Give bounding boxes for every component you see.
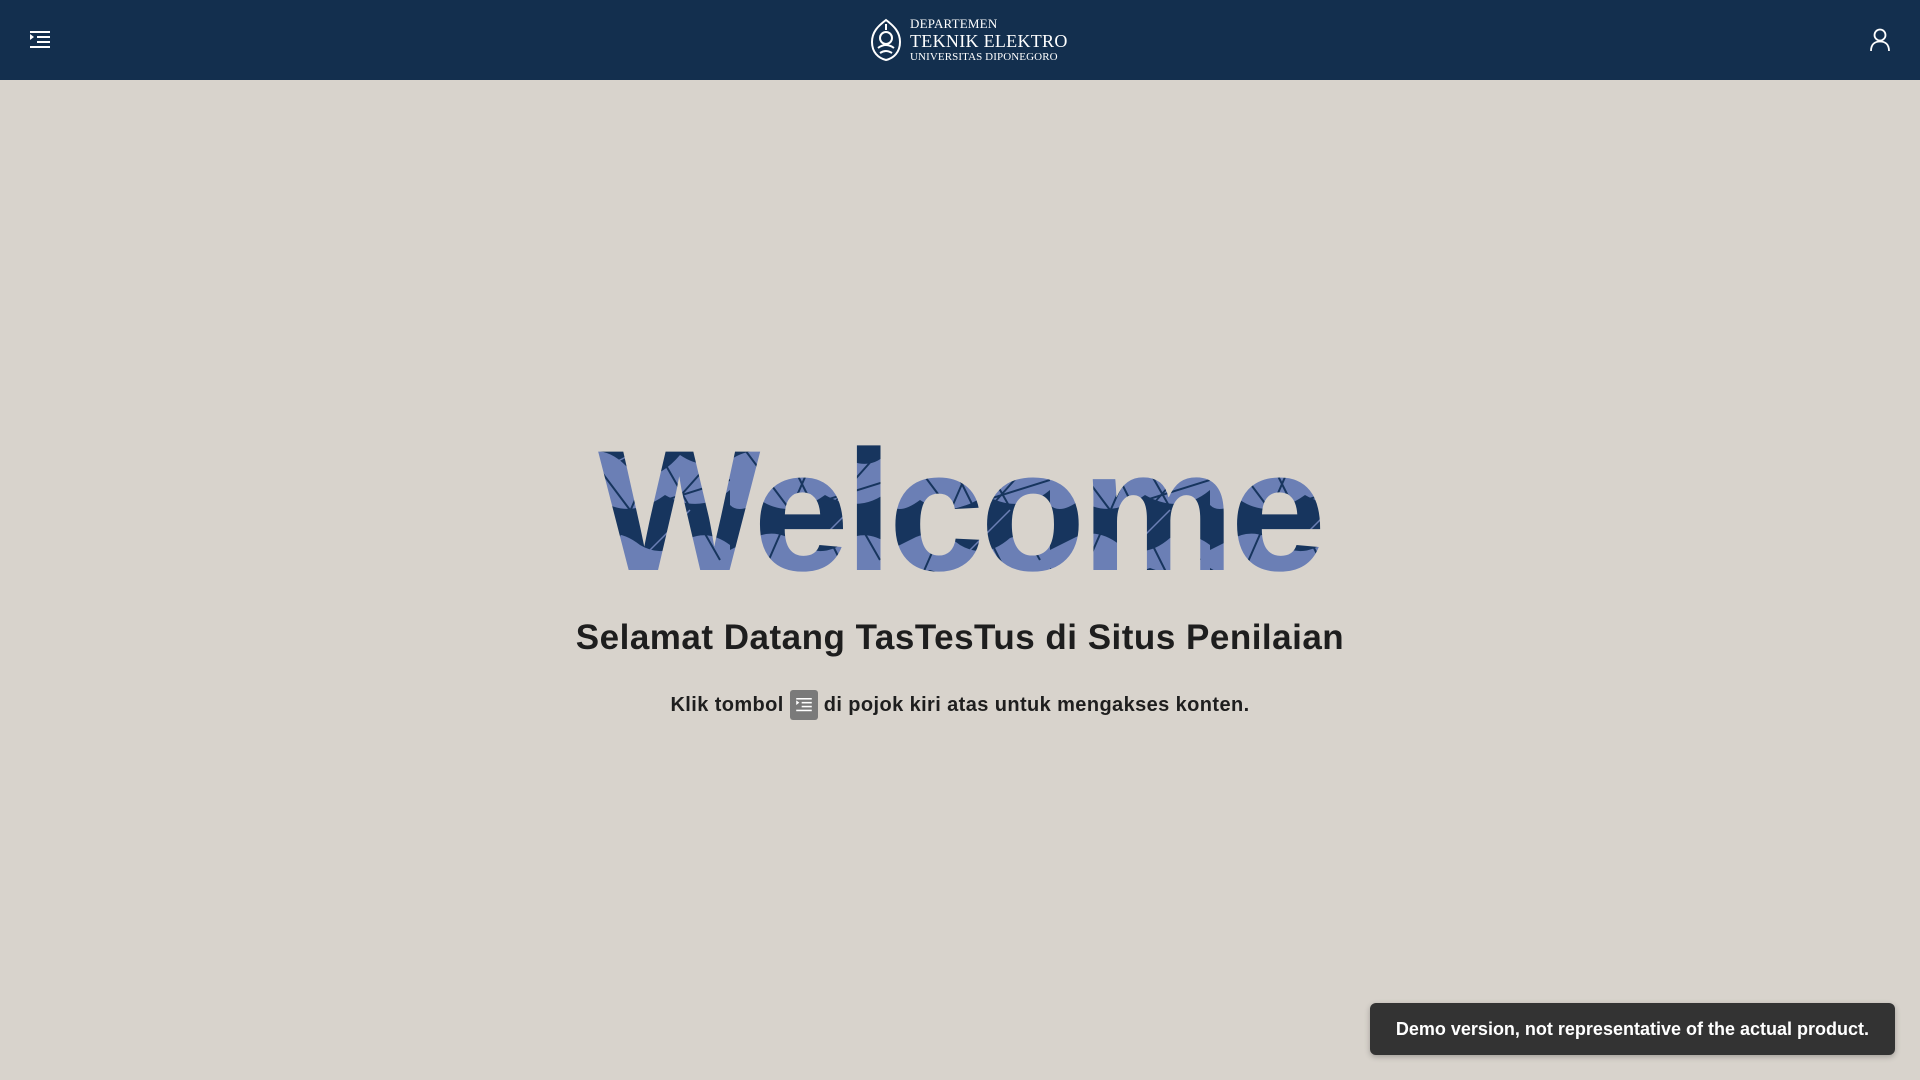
logo-text: DEPARTEMEN TEKNIK ELEKTRO UNIVERSITAS DI… [910,17,1068,63]
logo-line-university: UNIVERSITAS DIPONEGORO [910,51,1058,63]
user-icon [1870,28,1890,52]
instruction-before: Klik tombol [670,693,784,716]
welcome-text-art: Welcome [598,420,1326,590]
welcome-graphic: Welcome [0,420,1920,590]
university-emblem-icon [870,18,902,62]
department-logo[interactable]: DEPARTEMEN TEKNIK ELEKTRO UNIVERSITAS DI… [868,16,1068,64]
logo-line-name: TEKNIK ELEKTRO [910,31,1068,51]
logo-line-department: DEPARTEMEN [910,16,998,31]
sidebar-toggle-button[interactable] [22,22,58,58]
welcome-word: Welcome [598,420,1322,590]
page-title: Selamat Datang TasTesTus di Situs Penila… [575,618,1345,657]
user-account-button[interactable] [1860,20,1900,60]
demo-toast: Demo version, not representative of the … [1369,1003,1895,1055]
instruction-text: Klik tombol di pojok kiri atas untuk men… [0,690,1920,720]
inline-indent-list-icon [789,690,818,720]
top-navbar: DEPARTEMEN TEKNIK ELEKTRO UNIVERSITAS DI… [0,0,1920,80]
toast-message: Demo version, not representative of the … [1395,1019,1869,1039]
indent-list-icon [30,31,50,48]
instruction-after: di pojok kiri atas untuk mengakses konte… [823,693,1250,716]
